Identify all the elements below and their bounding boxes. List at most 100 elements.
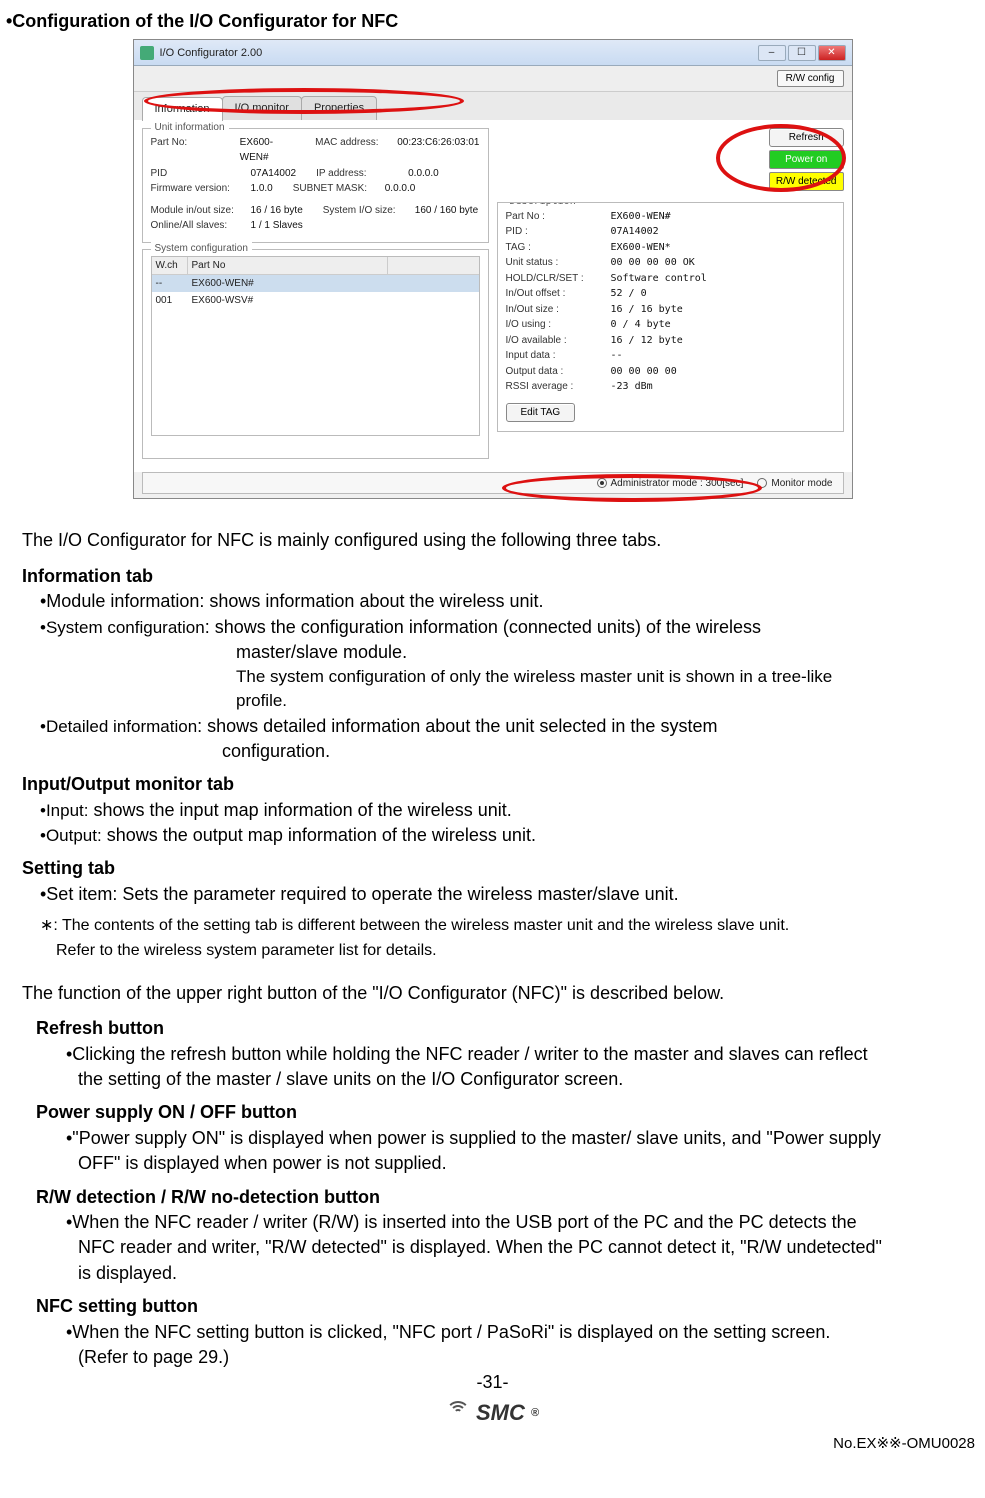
info-b3-line2: configuration. <box>222 740 979 763</box>
set-note-1: ∗: The contents of the setting tab is di… <box>40 916 979 937</box>
set-bullet-1: •Set item: Sets the parameter required t… <box>40 883 979 906</box>
page-title: •Configuration of the I/O Configurator f… <box>6 10 979 33</box>
maximize-button[interactable]: ☐ <box>788 45 816 61</box>
power-bullet-cont: OFF" is displayed when power is not supp… <box>78 1152 979 1175</box>
io-b2-lead: •Output: <box>40 826 102 845</box>
description-row: I/O using :0 / 4 byte <box>506 317 835 333</box>
description-row: Output data :00 00 00 00 <box>506 364 835 380</box>
tab-properties[interactable]: Properties <box>301 96 377 119</box>
page-number: -31- <box>6 1371 979 1394</box>
io-b2-rest: shows the output map information of the … <box>102 825 536 845</box>
info-bullet-1: •Module information: shows information a… <box>40 590 979 613</box>
document-body: The I/O Configurator for NFC is mainly c… <box>6 529 979 1453</box>
k-sn: SUBNET MASK: <box>293 181 385 197</box>
rw-bullet-cont: NFC reader and writer, "R/W detected" is… <box>78 1236 979 1259</box>
info-b2-line3: The system configuration of only the wir… <box>236 666 979 688</box>
administrator-mode-label: Administrator mode : 300[sec] <box>611 477 744 490</box>
info-b2-line4: profile. <box>236 690 979 712</box>
description-row: Unit status :00 00 00 00 OK <box>506 255 835 271</box>
io-b1-rest: shows the input map information of the w… <box>89 800 512 820</box>
logo-text: SMC <box>476 1399 525 1428</box>
info-bullet-3: •Detailed information: shows detailed in… <box>40 715 979 738</box>
v-mac: 00:23:C6:26:03:01 <box>397 135 479 166</box>
power-on-indicator[interactable]: Power on <box>769 150 844 169</box>
rw-bullet-cont2: is displayed. <box>78 1262 979 1285</box>
edit-tag-button[interactable]: Edit TAG <box>506 403 576 422</box>
info-b2-lead: •System configuration <box>40 618 205 637</box>
administrator-mode-radio[interactable]: Administrator mode : 300[sec] <box>597 477 744 490</box>
info-b3-lead: •Detailed information <box>40 717 197 736</box>
info-b2-line2: master/slave module. <box>236 641 979 664</box>
heading-io-monitor-tab: Input/Output monitor tab <box>22 773 979 796</box>
document-number: No.EX※※-OMU0028 <box>6 1434 979 1454</box>
set-note-2: Refer to the wireless system parameter l… <box>56 941 979 962</box>
k-oas: Online/All slaves: <box>151 218 251 234</box>
k-partno: Part No: <box>151 135 240 166</box>
description-row: Part No :EX600-WEN# <box>506 209 835 225</box>
info-b3-rest: : shows detailed information about the u… <box>197 716 717 736</box>
description-row: RSSI average :-23 dBm <box>506 379 835 395</box>
system-configuration-group: System configuration W.ch Part No --EX60… <box>142 249 489 459</box>
intro-text: The I/O Configurator for NFC is mainly c… <box>22 529 979 552</box>
description-label: Description <box>506 202 580 208</box>
monitor-mode-label: Monitor mode <box>771 477 832 490</box>
system-configuration-label: System configuration <box>151 242 252 255</box>
description-row: Input data :-- <box>506 348 835 364</box>
v-pid: 07A14002 <box>251 166 297 182</box>
v-ip: 0.0.0.0 <box>408 166 439 182</box>
v-partno: EX600-WEN# <box>240 135 296 166</box>
col-partno: Part No <box>188 257 388 274</box>
toolbar: R/W config <box>134 66 852 92</box>
list-item[interactable]: 001EX600-WSV# <box>152 292 479 309</box>
heading-power: Power supply ON / OFF button <box>36 1101 979 1124</box>
io-configurator-window: I/O Configurator 2.00 – ☐ ✕ R/W config I… <box>133 39 853 499</box>
v-fw: 1.0.0 <box>251 181 273 197</box>
description-row: In/Out size :16 / 16 byte <box>506 302 835 318</box>
window-title: I/O Configurator 2.00 <box>160 46 263 60</box>
screenshot-container: I/O Configurator 2.00 – ☐ ✕ R/W config I… <box>6 39 979 499</box>
close-button[interactable]: ✕ <box>818 45 846 61</box>
heading-setting-tab: Setting tab <box>22 857 979 880</box>
k-pid: PID <box>151 166 251 182</box>
description-row: HOLD/CLR/SET :Software control <box>506 271 835 287</box>
list-item[interactable]: --EX600-WEN# <box>152 275 479 292</box>
io-bullet-2: •Output: shows the output map informatio… <box>40 824 979 847</box>
nfc-bullet-cont: (Refer to page 29.) <box>78 1346 979 1369</box>
right-button-stack: Refresh Power on R/W detected <box>769 128 844 191</box>
tab-io-monitor[interactable]: I/O monitor <box>222 96 302 119</box>
io-bullet-1: •Input: shows the input map information … <box>40 799 979 822</box>
v-oas: 1 / 1 Slaves <box>251 218 303 234</box>
logo-wrap: SMC® <box>6 1399 979 1432</box>
description-row: In/Out offset :52 / 0 <box>506 286 835 302</box>
tab-bar: Information I/O monitor Properties <box>134 92 852 119</box>
description-group: Description Part No :EX600-WEN#PID :07A1… <box>497 202 844 432</box>
system-configuration-list[interactable]: W.ch Part No --EX600-WEN#001EX600-WSV# <box>151 256 480 436</box>
heading-refresh: Refresh button <box>36 1017 979 1040</box>
description-row: TAG :EX600-WEN* <box>506 240 835 256</box>
heading-nfc: NFC setting button <box>36 1295 979 1318</box>
col-wch: W.ch <box>152 257 188 274</box>
minimize-button[interactable]: – <box>758 45 786 61</box>
rw-bullet: •When the NFC reader / writer (R/W) is i… <box>66 1211 979 1234</box>
info-b2-rest: : shows the configuration information (c… <box>205 617 761 637</box>
rw-config-button[interactable]: R/W config <box>777 70 844 87</box>
app-icon <box>140 46 154 60</box>
nfc-bullet: •When the NFC setting button is clicked,… <box>66 1321 979 1344</box>
v-sn: 0.0.0.0 <box>385 181 416 197</box>
k-ip: IP address: <box>316 166 408 182</box>
description-row: PID :07A14002 <box>506 224 835 240</box>
k-sio: System I/O size: <box>323 203 415 219</box>
heading-rw: R/W detection / R/W no-detection button <box>36 1186 979 1209</box>
v-mio: 16 / 16 byte <box>251 203 303 219</box>
description-row: I/O available :16 / 12 byte <box>506 333 835 349</box>
monitor-mode-radio[interactable]: Monitor mode <box>757 477 832 490</box>
unit-information-label: Unit information <box>151 121 229 134</box>
tab-information[interactable]: Information <box>142 97 223 120</box>
info-bullet-2: •System configuration: shows the configu… <box>40 616 979 639</box>
io-b1-lead: •Input: <box>40 801 89 820</box>
smc-logo: SMC® <box>446 1399 539 1428</box>
refresh-button[interactable]: Refresh <box>769 128 844 147</box>
logo-arc-icon <box>446 1401 470 1425</box>
rw-detected-indicator[interactable]: R/W detected <box>769 172 844 191</box>
k-mac: MAC address: <box>315 135 397 166</box>
